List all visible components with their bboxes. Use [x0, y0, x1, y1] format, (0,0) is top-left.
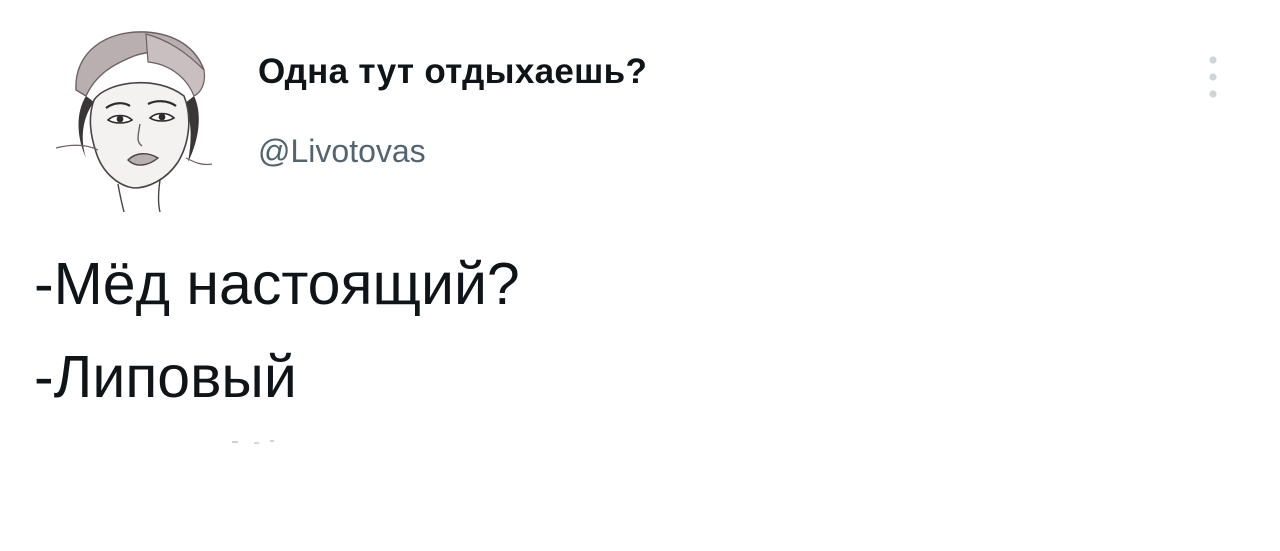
avatar[interactable] [36, 12, 224, 212]
tweet-text-line: -Липовый [34, 344, 297, 410]
more-options-button[interactable] [1196, 50, 1230, 106]
decorative-specks [232, 440, 274, 444]
author-handle[interactable]: @Livotovas [258, 133, 426, 170]
tweet-card: Одна тут отдыхаешь? @Livotovas -Мёд наст… [0, 0, 1280, 551]
avatar-illustration-icon [55, 31, 213, 212]
tweet-text-line: -Мёд настоящий? [34, 251, 520, 317]
author-display-name[interactable]: Одна тут отдыхаешь? [258, 52, 647, 92]
tweet-text: -Мёд настоящий? -Липовый [34, 238, 1234, 424]
more-vertical-icon [1209, 56, 1217, 98]
